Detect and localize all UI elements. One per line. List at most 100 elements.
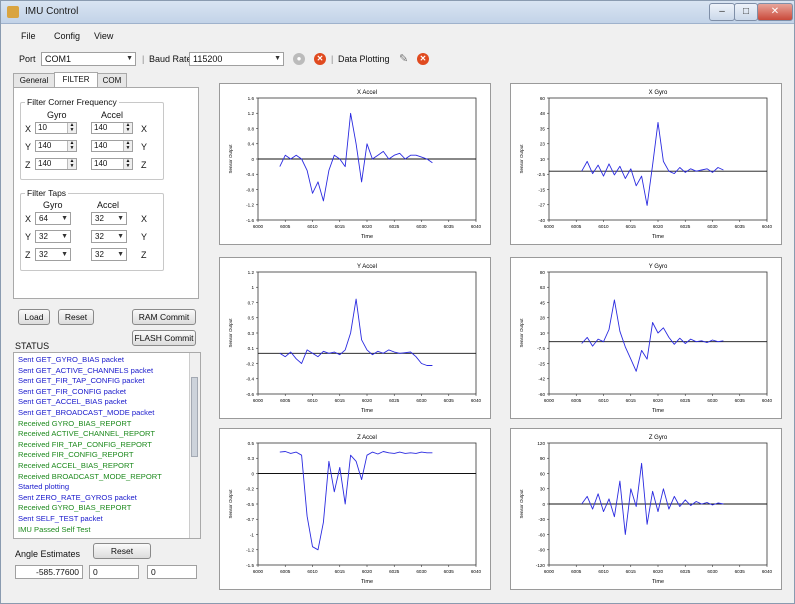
corner-accel-y[interactable]: 140 ▲ ▼ <box>91 140 133 152</box>
taps-gyro-y[interactable]: 32 ▼ <box>35 230 71 243</box>
x-tick-label: 6020 <box>653 398 664 403</box>
close-button[interactable]: ✕ <box>757 3 793 21</box>
baud-rate-value: 115200 <box>193 54 223 64</box>
spinner-arrows-icon[interactable]: ▲ ▼ <box>67 123 76 133</box>
ram-commit-button[interactable]: RAM Commit <box>132 309 196 325</box>
axis-label: Z <box>141 250 147 260</box>
status-log[interactable]: Sent GET_GYRO_BIAS packet Sent GET_ACTIVE… <box>13 352 201 539</box>
status-line: Received GYRO_BIAS_REPORT <box>18 503 132 513</box>
x-tick-label: 6030 <box>707 398 718 403</box>
y-tick-label: -1.2 <box>246 548 254 553</box>
y-tick-label: 0.8 <box>248 126 255 131</box>
y-tick-label: 80 <box>540 270 546 275</box>
plot-z-accel: Z Accel Time Sensor Output -1.5 -1.2 -1 -0.7 -0… <box>219 428 491 590</box>
angle-roll-field[interactable]: -585.77600 <box>15 565 83 579</box>
stop-plotting-icon[interactable]: ✕ <box>417 53 429 65</box>
tab-com[interactable]: COM <box>97 73 127 87</box>
x-tick-label: 6025 <box>680 224 691 229</box>
separator: | <box>142 54 145 64</box>
chart-svg: Z Accel Time Sensor Output -1.5 -1.2 -1 -0.7 -0… <box>228 435 482 585</box>
spinner-arrows-icon[interactable]: ▲ ▼ <box>123 123 132 133</box>
y-tick-label: 1.2 <box>248 270 255 275</box>
plot-y-accel: Y Accel Time Sensor Output -0.6 -0.4 -0.2 0.1 0… <box>219 257 491 419</box>
y-tick-label: -2.5 <box>537 172 545 177</box>
taps-accel-y[interactable]: 32 ▼ <box>91 230 127 243</box>
spinner-arrows-icon[interactable]: ▲ ▼ <box>123 141 132 151</box>
corner-gyro-z-value: 140 <box>38 159 52 168</box>
chevron-down-icon: ▼ <box>117 215 124 222</box>
y-tick-label: 35 <box>540 126 546 131</box>
corner-accel-x-value: 140 <box>94 123 108 132</box>
chart-title: Z Gyro <box>649 435 668 441</box>
maximize-button[interactable]: □ <box>734 3 758 21</box>
corner-gyro-y[interactable]: 140 ▲ ▼ <box>35 140 77 152</box>
connection-toolbar: Port COM1 ▼ | Baud Rate 115200 ▼ ● ✕ | Dat… <box>1 51 794 69</box>
x-tick-label: 6020 <box>362 224 373 229</box>
y-tick-label: 0.1 <box>248 346 255 351</box>
corner-gyro-y-value: 140 <box>38 141 52 150</box>
y-tick-label: -0.5 <box>246 502 254 507</box>
menu-view[interactable]: View <box>94 31 113 41</box>
x-tick-label: 6040 <box>471 398 482 403</box>
tab-general[interactable]: General <box>13 73 55 87</box>
status-scrollbar[interactable] <box>189 353 200 538</box>
corner-gyro-z[interactable]: 140 ▲ ▼ <box>35 158 77 170</box>
axis-label: Z <box>25 250 31 260</box>
spinner-arrows-icon[interactable]: ▲ ▼ <box>67 159 76 169</box>
corner-gyro-x[interactable]: 10 ▲ ▼ <box>35 122 77 134</box>
port-select[interactable]: COM1 ▼ <box>41 52 136 66</box>
spinner-arrows-icon[interactable]: ▲ ▼ <box>123 159 132 169</box>
disconnect-icon[interactable]: ✕ <box>314 53 326 65</box>
spinner-arrows-icon[interactable]: ▲ ▼ <box>67 141 76 151</box>
x-axis-label: Time <box>361 579 373 585</box>
status-line: Sent GET_BROADCAST_MODE packet <box>18 408 155 417</box>
angle-reset-button[interactable]: Reset <box>93 543 151 559</box>
y-axis-label: Sensor Output <box>228 489 233 519</box>
x-tick-label: 6020 <box>653 224 664 229</box>
taps-gyro-z[interactable]: 32 ▼ <box>35 248 71 261</box>
taps-accel-z[interactable]: 32 ▼ <box>91 248 127 261</box>
x-tick-label: 6025 <box>389 569 400 574</box>
accel-header: Accel <box>101 110 124 120</box>
flash-commit-button[interactable]: FLASH Commit <box>132 330 196 346</box>
y-axis-label: Sensor Output <box>228 318 233 348</box>
corner-frequency-title: Filter Corner Frequency <box>25 97 119 107</box>
x-tick-label: 6040 <box>762 569 773 574</box>
axis-label: Y <box>141 232 148 242</box>
y-tick-label: -42 <box>538 377 545 382</box>
chart-svg: Z Gyro Time Sensor Output -120 -90 -60 -30 0 30 6… <box>519 435 773 585</box>
minimize-button[interactable]: – <box>709 3 735 21</box>
menu-file[interactable]: File <box>21 31 36 41</box>
status-line: Sent GET_FIR_CONFIG packet <box>18 386 127 396</box>
connect-icon[interactable]: ● <box>293 53 305 65</box>
y-axis-label: Sensor Output <box>519 318 524 348</box>
y-tick-label: -40 <box>538 218 545 223</box>
y-tick-label: -0.2 <box>246 361 254 366</box>
taps-accel-x-value: 32 <box>95 214 104 223</box>
tab-filter[interactable]: FILTER <box>54 72 98 87</box>
angle-yaw-field[interactable]: 0 <box>147 565 197 579</box>
reset-filter-button[interactable]: Reset <box>58 309 94 325</box>
axis-label: Y <box>25 232 32 242</box>
x-axis-label: Time <box>652 408 664 414</box>
y-tick-label: -25 <box>538 361 545 366</box>
menu-config[interactable]: Config <box>54 31 80 41</box>
x-tick-label: 6040 <box>471 224 482 229</box>
x-tick-label: 6015 <box>335 398 346 403</box>
baud-rate-select[interactable]: 115200 ▼ <box>189 52 284 66</box>
x-tick-label: 6005 <box>571 398 582 403</box>
angle-pitch-field[interactable]: 0 <box>89 565 139 579</box>
y-axis-label: Sensor Output <box>519 489 524 519</box>
y-tick-label: -1 <box>250 532 255 537</box>
y-tick-label: 60 <box>540 96 546 101</box>
plot-area <box>548 97 768 221</box>
load-button[interactable]: Load <box>18 309 50 325</box>
taps-gyro-x[interactable]: 64 ▼ <box>35 212 71 225</box>
corner-accel-z[interactable]: 140 ▲ ▼ <box>91 158 133 170</box>
pencil-icon[interactable]: ✎ <box>399 52 408 65</box>
taps-accel-x[interactable]: 32 ▼ <box>91 212 127 225</box>
scroll-thumb[interactable] <box>191 377 198 457</box>
corner-accel-x[interactable]: 140 ▲ ▼ <box>91 122 133 134</box>
gyro-header: Gyro <box>43 200 63 210</box>
x-tick-label: 6000 <box>544 398 555 403</box>
